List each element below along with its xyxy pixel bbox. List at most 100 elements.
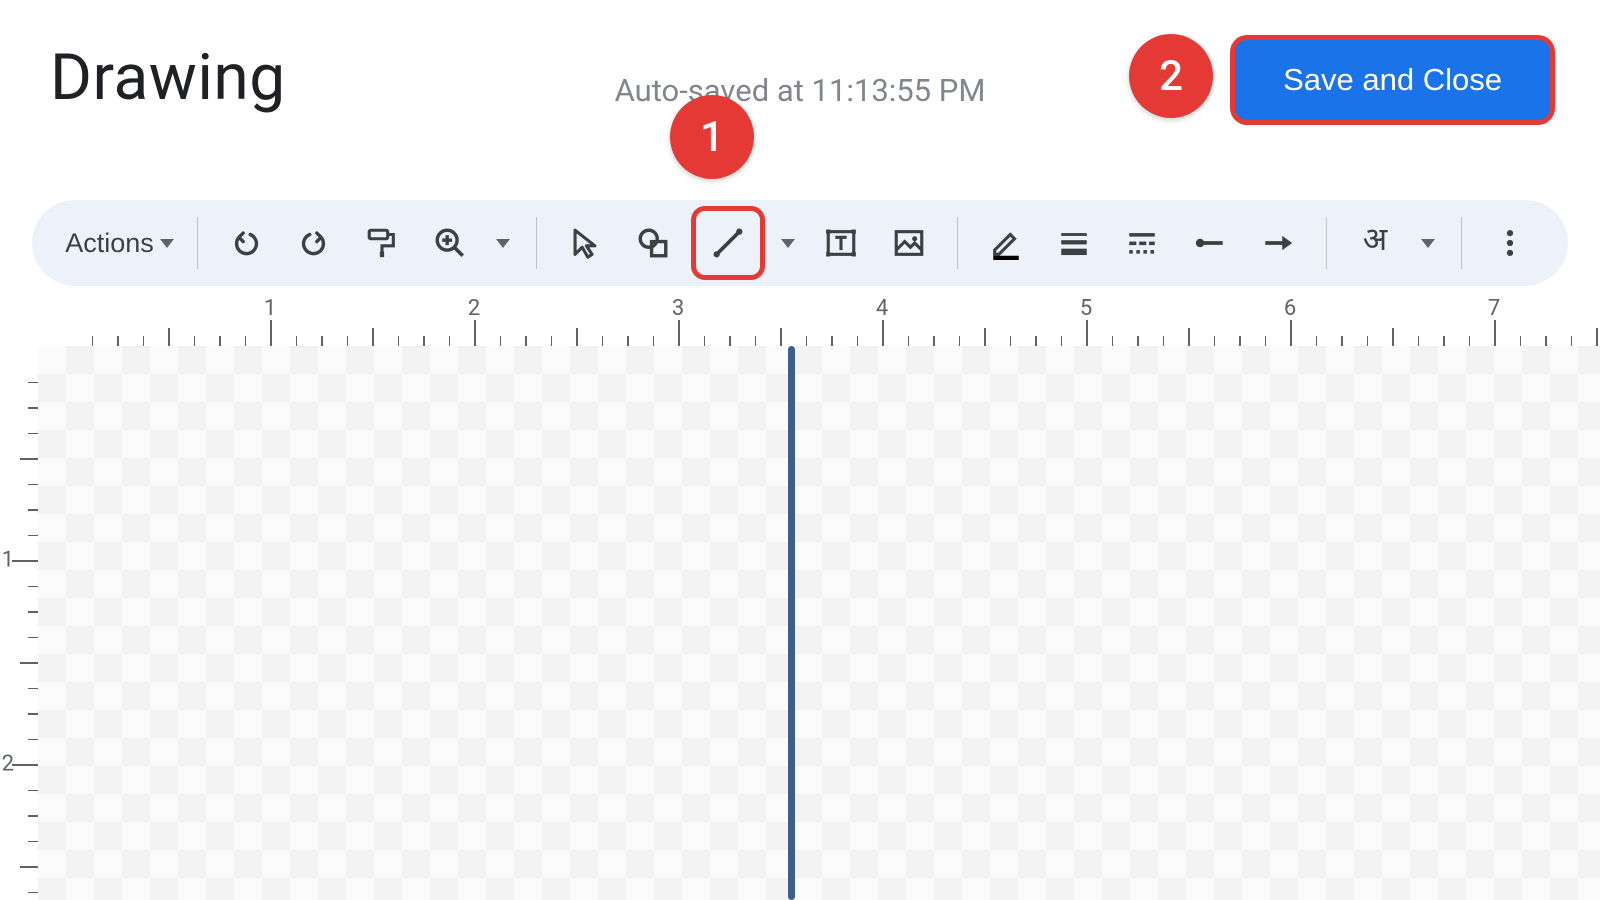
ruler-tick <box>729 336 731 346</box>
line-color-button[interactable] <box>976 213 1036 273</box>
ruler-tick <box>1112 336 1114 346</box>
line-dash-button[interactable] <box>1112 213 1172 273</box>
ruler-tick <box>28 637 38 639</box>
drawing-canvas[interactable] <box>38 346 1600 900</box>
ruler-number: 5 <box>1080 296 1092 321</box>
undo-button[interactable] <box>216 213 276 273</box>
image-icon <box>892 226 926 260</box>
ruler-tick <box>806 336 808 346</box>
dialog-header: Drawing Auto-saved at 11:13:55 PM Save a… <box>0 0 1600 120</box>
textbox-icon <box>824 226 858 260</box>
ruler-tick <box>1163 336 1165 346</box>
vertical-ruler[interactable]: 12 <box>0 346 38 900</box>
ruler-tick <box>1367 336 1369 346</box>
ruler-tick <box>28 535 38 537</box>
insert-image-button[interactable] <box>879 213 939 273</box>
zoom-icon <box>433 226 467 260</box>
save-and-close-button[interactable]: Save and Close <box>1235 40 1550 120</box>
line-icon <box>711 226 745 260</box>
ruler-tick <box>1290 320 1292 346</box>
redo-button[interactable] <box>284 213 344 273</box>
ruler-tick <box>627 336 629 346</box>
horizontal-ruler[interactable]: 1234567 <box>38 298 1600 346</box>
ruler-tick <box>959 336 961 346</box>
ruler-tick <box>28 815 38 817</box>
ruler-tick <box>270 320 272 346</box>
autosave-status: Auto-saved at 11:13:55 PM <box>615 72 986 109</box>
line-end-icon <box>1261 226 1295 260</box>
toolbar-separator <box>957 217 958 269</box>
undo-icon <box>229 226 263 260</box>
select-tool-button[interactable] <box>555 213 615 273</box>
ruler-tick <box>449 336 451 346</box>
ruler-tick <box>20 458 38 460</box>
actions-menu-button[interactable]: Actions <box>60 213 179 273</box>
ruler-tick <box>143 336 145 346</box>
ruler-tick <box>117 336 119 346</box>
ruler-tick <box>551 336 553 346</box>
ruler-tick <box>1494 320 1496 346</box>
ruler-tick <box>398 336 400 346</box>
ruler-tick <box>1035 336 1037 346</box>
more-vertical-icon <box>1493 226 1527 260</box>
language-glyph: अ <box>1363 222 1387 264</box>
line-weight-button[interactable] <box>1044 213 1104 273</box>
zoom-button[interactable] <box>420 213 480 273</box>
ruler-tick <box>755 336 757 346</box>
line-tool-dropdown-button[interactable] <box>773 213 803 273</box>
redo-icon <box>297 226 331 260</box>
shape-tool-button[interactable] <box>623 213 683 273</box>
ruler-tick <box>831 336 833 346</box>
ruler-tick <box>20 866 38 868</box>
ruler-tick <box>28 713 38 715</box>
ruler-tick <box>1137 336 1139 346</box>
ruler-tick <box>780 328 782 346</box>
ruler-tick <box>28 509 38 511</box>
more-options-button[interactable] <box>1480 213 1540 273</box>
drawing-dialog: Drawing Auto-saved at 11:13:55 PM Save a… <box>0 0 1600 900</box>
ruler-tick <box>28 739 38 741</box>
ruler-tick <box>1596 328 1598 346</box>
pencil-icon <box>989 226 1023 260</box>
ruler-tick <box>908 336 910 346</box>
toolbar: Actions <box>32 200 1568 286</box>
annotation-badge-1: 1 <box>670 95 754 179</box>
line-tool-highlight <box>691 206 765 280</box>
ruler-tick <box>1418 336 1420 346</box>
input-language-dropdown-button[interactable] <box>1413 213 1443 273</box>
editor-area: 1234567 12 <box>0 298 1600 900</box>
ruler-tick <box>1443 336 1445 346</box>
ruler-tick <box>525 336 527 346</box>
ruler-tick <box>245 336 247 346</box>
ruler-tick <box>168 328 170 346</box>
annotation-badge-2: 2 <box>1129 34 1213 118</box>
ruler-number: 3 <box>672 296 684 321</box>
ruler-tick <box>1214 336 1216 346</box>
ruler-tick <box>28 611 38 613</box>
line-start-button[interactable] <box>1180 213 1240 273</box>
zoom-dropdown-button[interactable] <box>488 213 518 273</box>
ruler-tick <box>1571 336 1573 346</box>
input-language-button[interactable]: अ <box>1345 213 1405 273</box>
ruler-tick <box>678 320 680 346</box>
ruler-tick <box>1010 336 1012 346</box>
chevron-down-icon <box>496 239 510 248</box>
ruler-tick <box>882 320 884 346</box>
ruler-tick <box>28 407 38 409</box>
ruler-tick <box>423 336 425 346</box>
ruler-tick <box>1316 336 1318 346</box>
dialog-title: Drawing <box>50 40 286 115</box>
paint-format-button[interactable] <box>352 213 412 273</box>
cursor-icon <box>568 226 602 260</box>
text-box-button[interactable] <box>811 213 871 273</box>
line-tool-button[interactable] <box>698 213 758 273</box>
ruler-tick <box>576 328 578 346</box>
ruler-tick <box>28 382 38 384</box>
line-end-button[interactable] <box>1248 213 1308 273</box>
drawn-vertical-line[interactable] <box>788 346 795 900</box>
ruler-tick <box>857 336 859 346</box>
ruler-tick <box>933 336 935 346</box>
ruler-number: 2 <box>2 752 14 777</box>
ruler-tick <box>28 892 38 894</box>
ruler-tick <box>704 336 706 346</box>
